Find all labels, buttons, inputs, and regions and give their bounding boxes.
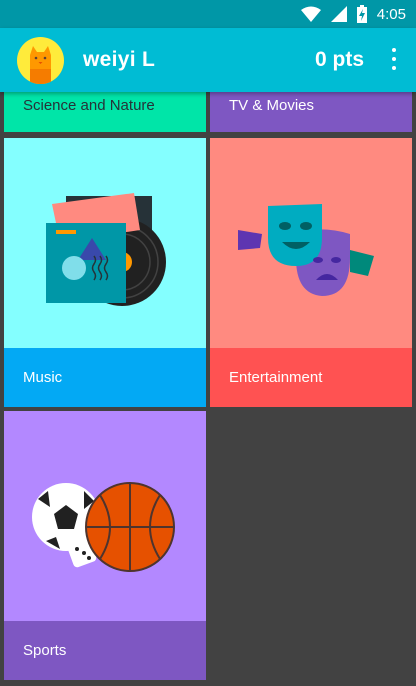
- category-label: Sports: [4, 621, 206, 680]
- category-tile-science-nature[interactable]: Science and Nature: [4, 92, 206, 132]
- user-name: weiyi L: [83, 48, 156, 71]
- wifi-icon: [300, 6, 321, 22]
- status-bar: 4:05: [0, 0, 416, 28]
- category-tile-tv-movies[interactable]: TV & Movies: [210, 92, 412, 132]
- more-vert-icon[interactable]: [390, 48, 398, 70]
- cat-avatar-icon[interactable]: [17, 37, 64, 84]
- category-tile-music[interactable]: Music: [4, 138, 206, 407]
- cellular-signal-icon: [330, 6, 347, 22]
- points-counter: 0 pts: [314, 48, 364, 71]
- battery-charging-icon: [356, 5, 367, 23]
- category-tile-entertainment[interactable]: Entertainment: [210, 138, 412, 407]
- category-tile-sports[interactable]: Sports: [4, 411, 206, 680]
- category-label: TV & Movies: [229, 97, 315, 114]
- sports-balls-icon: [4, 411, 206, 621]
- theater-masks-icon: [210, 138, 412, 348]
- category-label: Entertainment: [210, 348, 412, 407]
- category-label: Music: [4, 348, 206, 407]
- app-bar: weiyi L 0 pts: [0, 28, 416, 92]
- status-time: 4:05: [376, 5, 406, 23]
- category-label: Science and Nature: [23, 97, 155, 114]
- vinyl-record-icon: [4, 138, 206, 348]
